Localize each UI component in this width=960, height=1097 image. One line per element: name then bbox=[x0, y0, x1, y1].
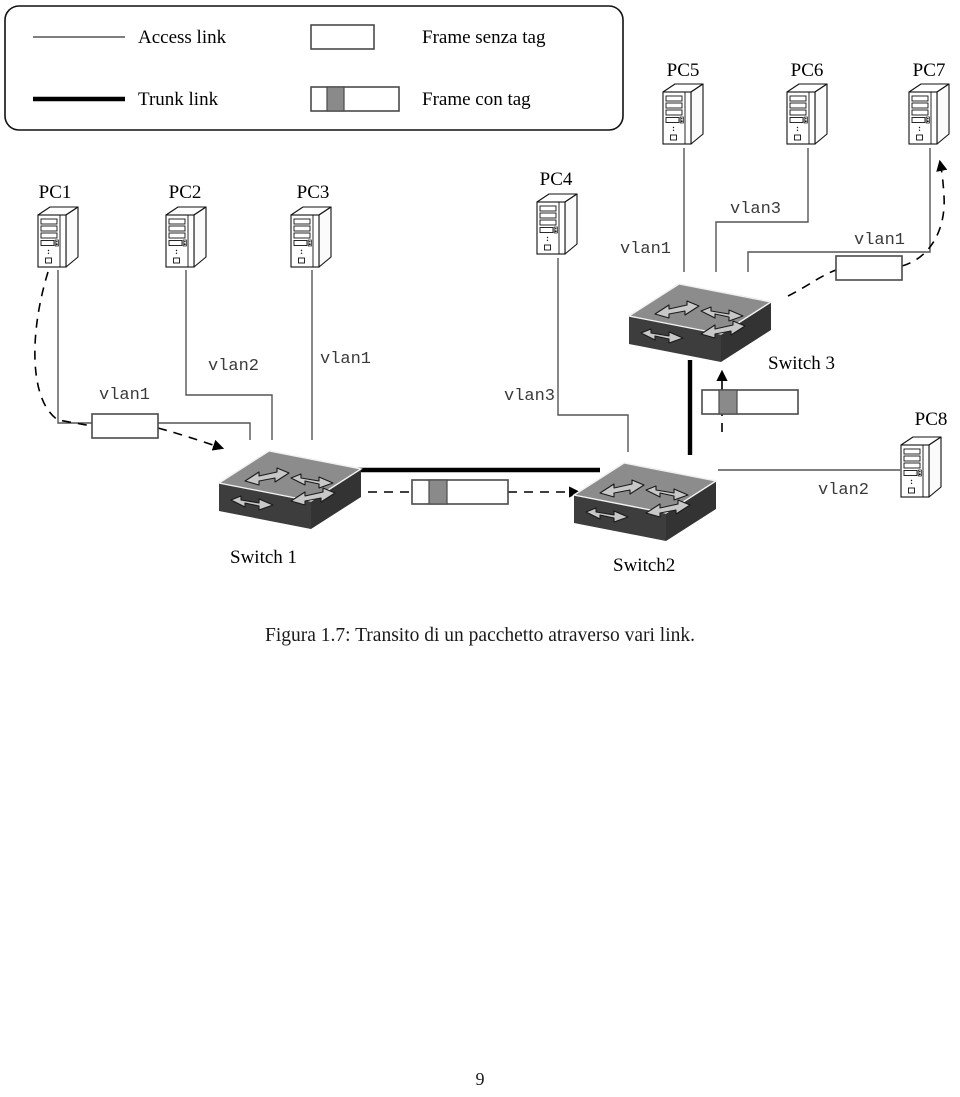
vlan-label-pc4: vlan3 bbox=[504, 387, 555, 406]
flow-pc1-to-frame bbox=[34, 271, 93, 427]
frame-untagged-at-pc7 bbox=[835, 255, 903, 281]
host-pc3[interactable]: PC3 bbox=[290, 182, 332, 268]
legend-label-frame-senza-tag: Frame senza tag bbox=[422, 27, 546, 48]
figure-caption: Figura 1.7: Transito di un pacchetto atr… bbox=[265, 625, 695, 646]
vlan-label-pc8: vlan2 bbox=[818, 481, 869, 500]
vlan-label-pc6: vlan3 bbox=[730, 200, 781, 219]
flow-frame-to-switch1 bbox=[157, 427, 225, 451]
page-number: 9 bbox=[476, 1069, 485, 1089]
host-pc5-label: PC5 bbox=[667, 60, 700, 81]
trunk-links-group bbox=[352, 360, 693, 473]
host-pc5[interactable]: PC5 bbox=[662, 60, 704, 145]
figure-page: Access link Trunk link Frame senza tag F… bbox=[0, 0, 960, 1097]
link-pc2-switch1 bbox=[185, 270, 273, 440]
vlan-label-pc7: vlan1 bbox=[854, 231, 905, 250]
vlan-label-pc5: vlan1 bbox=[620, 240, 671, 259]
vlan-label-pc2: vlan2 bbox=[208, 357, 259, 376]
network-diagram: Access link Trunk link Frame senza tag F… bbox=[4, 5, 950, 1089]
frame-untagged-at-pc1 bbox=[91, 413, 159, 439]
host-pc8[interactable]: PC8 bbox=[900, 409, 948, 498]
legend-box: Access link Trunk link Frame senza tag F… bbox=[4, 5, 624, 131]
untagged-frame-sample-icon bbox=[310, 24, 375, 50]
legend-label-frame-con-tag: Frame con tag bbox=[422, 89, 531, 110]
switch-2-label: Switch2 bbox=[613, 555, 675, 576]
host-pc7[interactable]: PC7 bbox=[908, 60, 950, 145]
host-pc2[interactable]: PC2 bbox=[165, 182, 207, 268]
legend-label-trunk-link: Trunk link bbox=[138, 89, 219, 110]
host-pc6-label: PC6 bbox=[791, 60, 824, 81]
host-pc2-label: PC2 bbox=[169, 182, 202, 203]
host-pc3-label: PC3 bbox=[297, 182, 330, 203]
link-pc4-switch2 bbox=[557, 258, 629, 452]
host-pc4[interactable]: PC4 bbox=[536, 169, 578, 255]
legend-label-access-link: Access link bbox=[138, 27, 227, 48]
switch-1[interactable]: Switch 1 bbox=[218, 450, 362, 568]
frame-tagged-on-trunk-1 bbox=[411, 479, 509, 505]
switch-1-label: Switch 1 bbox=[230, 547, 297, 568]
host-pc7-label: PC7 bbox=[913, 60, 946, 81]
host-pc1[interactable]: PC1 bbox=[37, 182, 79, 268]
frame-tagged-on-trunk-2 bbox=[701, 389, 799, 415]
tagged-frame-sample-icon bbox=[310, 86, 400, 112]
vlan-label-pc1: vlan1 bbox=[99, 386, 150, 405]
host-pc8-label: PC8 bbox=[915, 409, 948, 430]
flow-frame4-to-pc7 bbox=[901, 159, 948, 267]
switch-3-label: Switch 3 bbox=[768, 353, 835, 374]
switch-2[interactable]: Switch2 bbox=[573, 462, 717, 576]
flow-switch3-to-frame4 bbox=[787, 269, 837, 297]
host-pc4-label: PC4 bbox=[540, 169, 573, 190]
host-pc6[interactable]: PC6 bbox=[786, 60, 828, 145]
switch-3[interactable]: Switch 3 bbox=[628, 283, 835, 374]
host-pc1-label: PC1 bbox=[39, 182, 72, 203]
vlan-label-pc3: vlan1 bbox=[320, 350, 371, 369]
